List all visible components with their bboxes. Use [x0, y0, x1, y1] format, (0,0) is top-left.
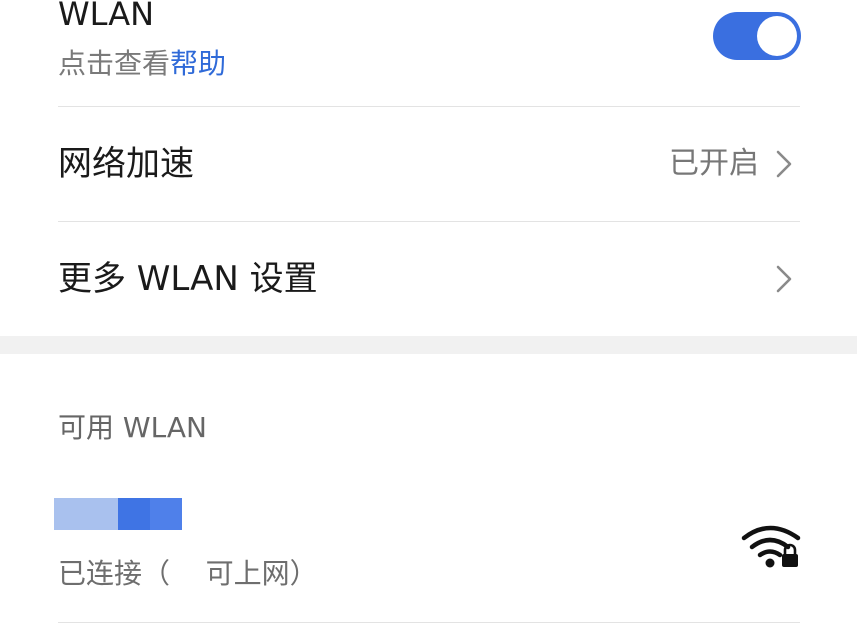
more-wlan-settings-label: 更多 WLAN 设置: [58, 259, 318, 299]
wlan-settings-page: WLAN 点击查看帮助 网络加速 已开启 更多 WLAN 设置 可用 WLAN …: [0, 0, 857, 634]
divider: [58, 106, 800, 107]
divider: [58, 221, 800, 222]
chevron-right-icon: [776, 265, 792, 293]
wlan-help-text: 点击查看帮助: [58, 46, 226, 82]
help-link[interactable]: 帮助: [170, 47, 226, 80]
divider: [58, 622, 800, 623]
network-status: 已连接（ 可上网）: [58, 557, 318, 590]
chevron-right-icon: [776, 150, 792, 178]
help-prefix: 点击查看: [58, 47, 171, 80]
wifi-lock-icon: [741, 525, 801, 568]
network-ssid-redacted: [54, 498, 182, 530]
available-wlan-title: 可用 WLAN: [58, 411, 207, 444]
network-acceleration-label: 网络加速: [58, 144, 194, 184]
wlan-toggle-switch[interactable]: [713, 12, 801, 60]
section-separator: [0, 336, 857, 354]
toggle-knob: [757, 16, 797, 56]
wlan-title: WLAN: [58, 0, 155, 33]
network-acceleration-value: 已开启: [669, 146, 759, 181]
